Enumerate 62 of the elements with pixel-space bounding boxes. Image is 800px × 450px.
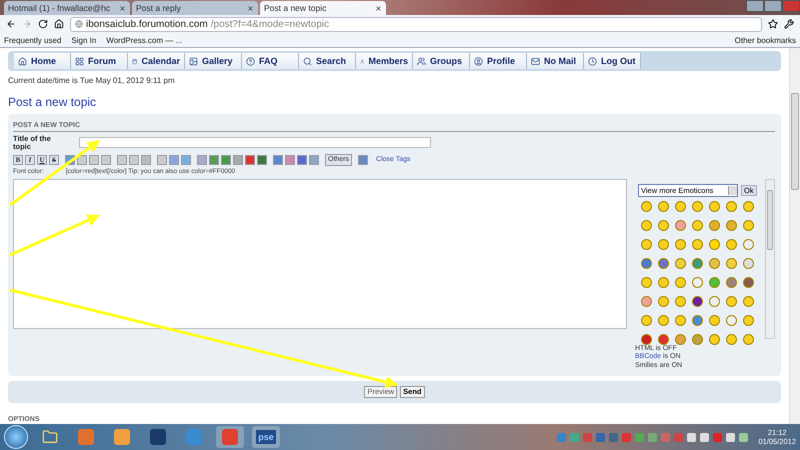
nav-button[interactable]: FAQ xyxy=(242,53,299,69)
nav-icon xyxy=(474,56,483,66)
nav-button[interactable]: No Mail xyxy=(527,53,584,69)
nav-button[interactable]: Profile xyxy=(470,53,527,69)
emoticon-icon[interactable] xyxy=(742,276,754,288)
nav-icon xyxy=(246,56,255,66)
close-icon[interactable] xyxy=(119,4,126,12)
star-icon[interactable] xyxy=(768,19,778,29)
home-icon[interactable] xyxy=(54,19,64,29)
nav-button[interactable]: Log Out xyxy=(584,53,641,69)
close-button[interactable] xyxy=(782,0,800,12)
browser-tab[interactable]: Post a new topic xyxy=(260,1,386,15)
forward-icon[interactable] xyxy=(22,19,32,29)
nav-icon xyxy=(75,56,84,66)
nav-button[interactable]: Gallery xyxy=(185,53,242,69)
browser-tab[interactable]: Post a reply xyxy=(132,1,258,15)
close-icon[interactable] xyxy=(247,4,254,12)
nav-icon xyxy=(18,56,27,66)
nav-button[interactable]: Home xyxy=(14,53,71,69)
title-input[interactable] xyxy=(79,137,431,148)
bookmark[interactable]: WordPress.com — ... xyxy=(106,36,182,44)
url-domain: ibonsaiclub.forumotion.com xyxy=(86,18,208,30)
reload-icon[interactable] xyxy=(38,19,48,29)
help-button[interactable] xyxy=(358,154,368,164)
folder-icon xyxy=(42,429,58,445)
nav-button[interactable]: Calendar xyxy=(128,53,185,69)
address-field[interactable]: ibonsaiclub.forumotion.com /post?f=4&mode=newtopic xyxy=(70,16,762,32)
other-bookmarks[interactable]: Other bookmarks xyxy=(734,36,796,44)
scrollbar[interactable] xyxy=(765,178,775,338)
emoticon-icon[interactable] xyxy=(640,258,652,268)
emoticon-icon[interactable] xyxy=(658,334,668,344)
page-title: Post a new topic xyxy=(8,95,98,109)
nav-icon xyxy=(303,56,312,66)
bookmark[interactable]: Frequently used xyxy=(4,36,62,44)
emoticon-icon[interactable] xyxy=(692,314,702,326)
close-icon[interactable] xyxy=(375,4,382,12)
nav-icon xyxy=(132,56,138,66)
nav-icon xyxy=(588,56,597,66)
emoticon-icon[interactable] xyxy=(692,296,702,306)
maximize-button[interactable] xyxy=(764,0,782,12)
minimize-button[interactable] xyxy=(746,0,764,12)
nav-icon xyxy=(417,56,426,66)
nav-button[interactable]: Forum xyxy=(71,53,128,69)
bookmark[interactable]: Sign In xyxy=(71,36,96,44)
taskbar-app-button[interactable]: pse xyxy=(252,426,280,448)
nav-icon xyxy=(360,56,364,66)
emoticon-icon[interactable] xyxy=(640,334,652,344)
nav-button[interactable]: Search xyxy=(299,53,356,69)
date-time-text: Current date/time is Tue May 01, 2012 9:11 pm xyxy=(8,76,176,85)
browser-tab[interactable]: Hotmail (1) - fnwallace@hc xyxy=(4,1,130,15)
taskbar-app-button[interactable] xyxy=(216,426,244,448)
nav-button[interactable]: Groups xyxy=(413,53,470,69)
nav-icon xyxy=(531,56,540,66)
globe-icon xyxy=(75,20,83,28)
nav-button[interactable]: Members xyxy=(356,53,413,69)
url-path: /post?f=4&mode=newtopic xyxy=(210,18,330,30)
wrench-icon[interactable] xyxy=(784,19,794,29)
emoticon-icon[interactable] xyxy=(658,258,668,268)
back-icon[interactable] xyxy=(6,19,16,29)
nav-icon xyxy=(189,56,198,66)
page-scrollbar[interactable] xyxy=(789,48,800,424)
start-button[interactable] xyxy=(4,425,28,449)
